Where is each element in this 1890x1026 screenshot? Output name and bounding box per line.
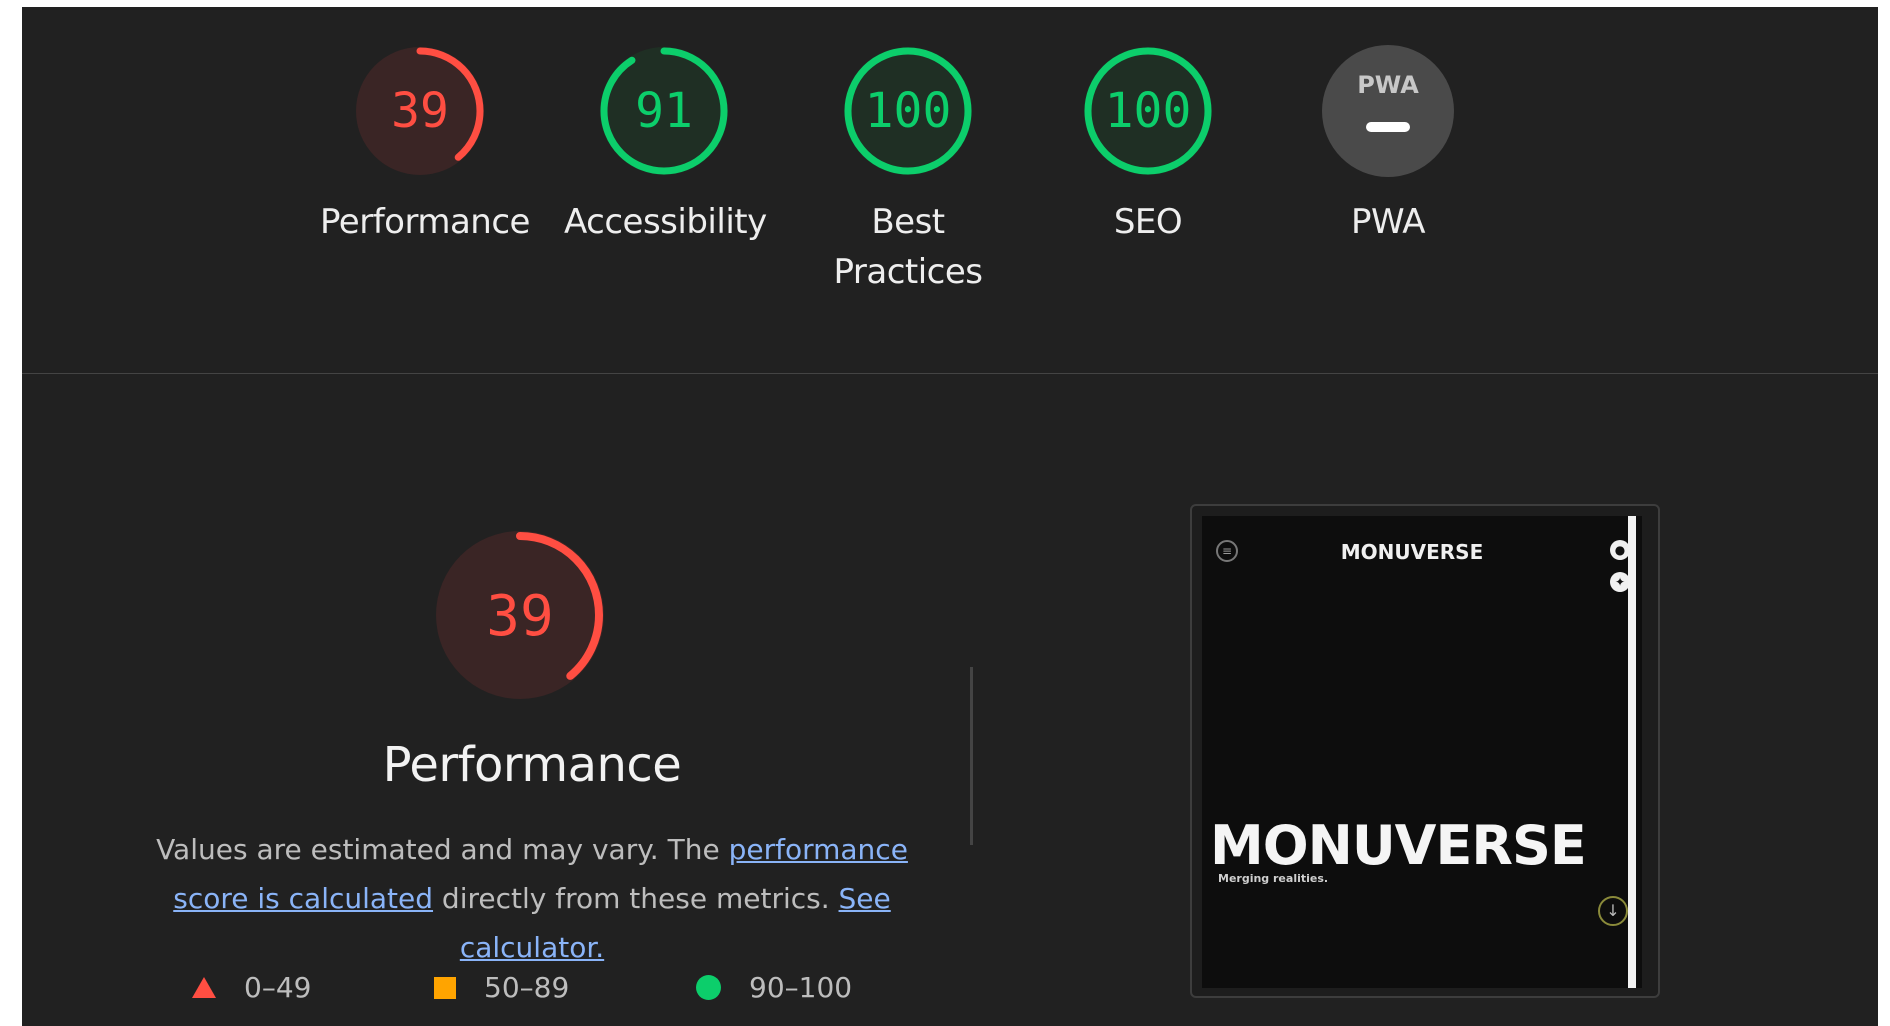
- gauge-accessibility-score: 91: [635, 83, 693, 139]
- page-screenshot: ≡ MONUVERSE ● ✦ MONUVERSE Merging realit…: [1202, 516, 1642, 988]
- menu-icon: ≡: [1216, 540, 1238, 562]
- performance-detail-ring: 39: [436, 531, 604, 699]
- legend-pass-range: 90–100: [749, 971, 853, 1004]
- gauge-seo[interactable]: 100 SEO: [1048, 43, 1248, 247]
- performance-description: Values are estimated and may vary. The p…: [122, 825, 942, 972]
- legend-average: 50–89: [434, 971, 569, 1004]
- legend-fail-range: 0–49: [244, 971, 312, 1004]
- performance-detail-score: 39: [486, 584, 553, 649]
- gauge-performance[interactable]: 39 Performance: [320, 43, 530, 247]
- site-hero-title: MONUVERSE: [1210, 814, 1587, 877]
- gauge-best-practices-score: 100: [865, 83, 952, 139]
- site-header-logo: MONUVERSE: [1340, 540, 1484, 564]
- twitter-icon: ✦: [1610, 572, 1630, 592]
- gauge-performance-label: Performance: [320, 202, 530, 242]
- square-icon: [434, 976, 456, 999]
- legend-fail: 0–49: [192, 971, 311, 1004]
- pwa-badge-icon: PWA: [1322, 45, 1454, 177]
- gauge-accessibility-label: Accessibility: [564, 202, 767, 242]
- gauge-accessibility-ring: 91: [600, 47, 728, 175]
- desc-prefix: Values are estimated and may vary. The: [156, 833, 729, 866]
- pwa-badge-text: PWA: [1357, 71, 1419, 99]
- screenshot-scrollbar: [1628, 516, 1636, 988]
- gauge-accessibility[interactable]: 91 Accessibility: [564, 43, 767, 247]
- vertical-divider: [970, 667, 973, 845]
- triangle-icon: [192, 977, 216, 998]
- gauge-best-practices-label-line1: Best: [871, 202, 945, 242]
- legend-pass: 90–100: [696, 971, 852, 1004]
- legend-average-range: 50–89: [484, 971, 570, 1004]
- gauge-seo-score: 100: [1105, 83, 1192, 139]
- desc-middle: directly from these metrics.: [433, 882, 830, 915]
- gauge-seo-label: SEO: [1113, 202, 1183, 242]
- gauge-pwa-label: PWA: [1350, 202, 1426, 242]
- performance-title: Performance: [382, 737, 682, 793]
- category-gauges: 39 Performance 91 Accessibility 100 Best…: [22, 7, 1878, 373]
- pwa-dash-icon: [1366, 122, 1410, 132]
- lighthouse-report: 39 Performance 91 Accessibility 100 Best…: [22, 7, 1878, 1026]
- gauge-seo-ring: 100: [1084, 47, 1212, 175]
- gauge-best-practices-ring: 100: [844, 47, 972, 175]
- circle-icon: [696, 975, 721, 1000]
- gauge-performance-score: 39: [391, 83, 449, 139]
- gauge-best-practices-label-line2: Practices: [833, 252, 983, 292]
- site-tagline: Merging realities.: [1218, 872, 1329, 885]
- discord-icon: ●: [1610, 540, 1630, 560]
- gauge-best-practices[interactable]: 100 Best Practices: [808, 43, 1008, 297]
- scroll-down-icon: ↓: [1598, 896, 1628, 926]
- performance-detail-gauge: 39: [432, 527, 632, 707]
- gauge-best-practices-label: Best Practices: [808, 197, 1008, 297]
- section-divider: [22, 373, 1878, 374]
- final-screenshot: ≡ MONUVERSE ● ✦ MONUVERSE Merging realit…: [1190, 504, 1660, 998]
- gauge-performance-ring: 39: [356, 47, 484, 175]
- gauge-pwa[interactable]: PWA PWA: [1288, 43, 1488, 247]
